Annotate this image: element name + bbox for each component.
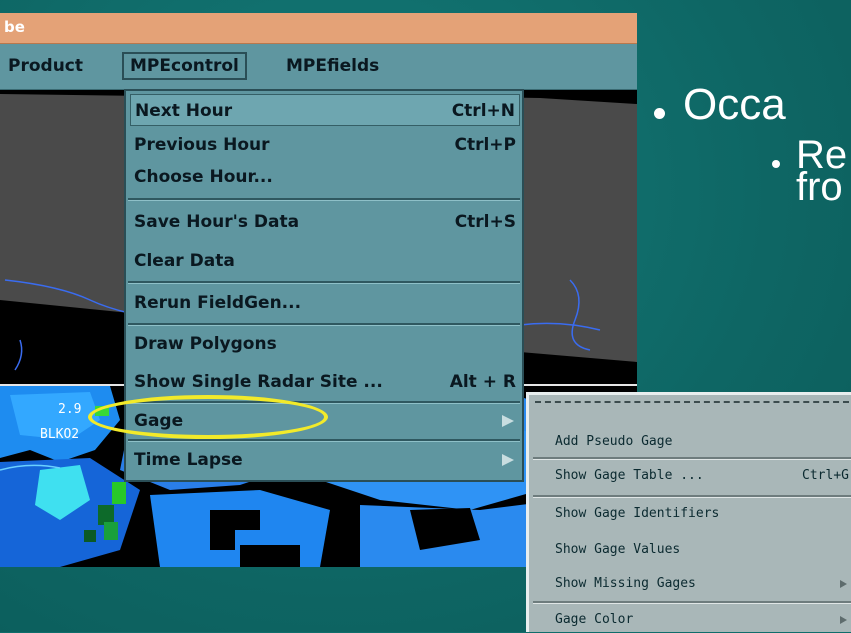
menu-item-save-hour-shortcut: Ctrl+S <box>454 212 516 232</box>
submenu-item-add-pseudo-gage[interactable]: Add Pseudo Gage <box>533 429 851 455</box>
menu-item-draw-polygons-label: Draw Polygons <box>134 334 277 354</box>
slide-bullet-2-line-2: fro <box>796 165 843 209</box>
menu-separator <box>128 198 520 201</box>
menu-item-previous-hour[interactable]: Previous Hour Ctrl+P <box>130 129 520 161</box>
menu-item-next-hour[interactable]: Next Hour Ctrl+N <box>130 94 520 126</box>
menu-mpefields[interactable]: MPEfields <box>280 52 385 80</box>
menu-mpecontrol-label: MPEcontrol <box>130 56 239 76</box>
menu-item-save-hour[interactable]: Save Hour's Data Ctrl+S <box>130 206 520 238</box>
map-station-label: BLKO2 <box>40 427 80 442</box>
menu-item-clear-data[interactable]: Clear Data <box>130 245 520 277</box>
submenu-arrow-icon <box>502 454 514 466</box>
window-title-bar[interactable]: be <box>0 13 637 44</box>
menu-separator <box>128 281 520 284</box>
tear-off-line[interactable] <box>535 401 849 403</box>
menu-separator <box>128 323 520 326</box>
menu-mpecontrol[interactable]: MPEcontrol <box>122 52 247 80</box>
submenu-item-add-pseudo-gage-label: Add Pseudo Gage <box>555 434 673 449</box>
menu-item-draw-polygons[interactable]: Draw Polygons <box>130 328 520 360</box>
submenu-separator <box>533 457 851 460</box>
menu-item-rerun-fieldgen-label: Rerun FieldGen... <box>134 293 302 313</box>
submenu-separator <box>533 601 851 604</box>
menu-item-rerun-fieldgen[interactable]: Rerun FieldGen... <box>130 287 520 319</box>
submenu-item-gage-color[interactable]: Gage Color <box>533 607 851 633</box>
menu-item-time-lapse-label: Time Lapse <box>134 450 243 470</box>
menu-item-clear-data-label: Clear Data <box>134 251 235 271</box>
submenu-item-show-missing-gages-label: Show Missing Gages <box>555 576 696 591</box>
menu-item-save-hour-label: Save Hour's Data <box>134 212 300 232</box>
menu-item-previous-hour-shortcut: Ctrl+P <box>454 135 516 155</box>
submenu-item-show-gage-values[interactable]: Show Gage Values <box>533 537 851 563</box>
menu-product-label: Product <box>8 56 83 76</box>
menu-mpefields-label: MPEfields <box>286 56 380 76</box>
submenu-arrow-icon <box>840 580 847 588</box>
submenu-item-show-missing-gages[interactable]: Show Missing Gages <box>533 571 851 597</box>
menu-item-previous-hour-label: Previous Hour <box>134 135 270 155</box>
menu-item-show-single-radar-shortcut: Alt + R <box>449 372 516 392</box>
menu-item-time-lapse[interactable]: Time Lapse <box>130 444 520 476</box>
bullet-dot <box>772 160 780 168</box>
submenu-item-show-gage-table[interactable]: Show Gage Table ... Ctrl+G <box>533 463 851 489</box>
menu-item-choose-hour-label: Choose Hour... <box>134 167 273 187</box>
menu-separator <box>128 439 520 442</box>
submenu-item-show-gage-identifiers-label: Show Gage Identifiers <box>555 506 720 521</box>
slide-bullet-1: Occa <box>683 80 786 129</box>
window-title: be <box>4 18 25 36</box>
menu-item-show-single-radar-label: Show Single Radar Site ... <box>134 372 383 392</box>
submenu-arrow-icon <box>502 415 514 427</box>
gage-submenu: Add Pseudo Gage Show Gage Table ... Ctrl… <box>526 392 851 632</box>
highlight-ellipse <box>88 395 328 439</box>
submenu-item-gage-color-label: Gage Color <box>555 612 634 627</box>
menu-item-show-single-radar[interactable]: Show Single Radar Site ... Alt + R <box>130 366 520 398</box>
menu-bar: Product MPEcontrol MPEfields <box>0 44 637 90</box>
submenu-item-show-gage-table-shortcut: Ctrl+G <box>802 468 849 483</box>
menu-item-next-hour-label: Next Hour <box>135 101 233 121</box>
menu-product[interactable]: Product <box>2 52 89 80</box>
submenu-item-show-gage-values-label: Show Gage Values <box>555 542 681 557</box>
submenu-item-show-gage-identifiers[interactable]: Show Gage Identifiers <box>533 501 851 527</box>
submenu-separator <box>533 495 851 498</box>
menu-item-choose-hour[interactable]: Choose Hour... <box>130 161 520 193</box>
bullet-dot <box>654 108 665 119</box>
submenu-item-show-gage-table-label: Show Gage Table ... <box>555 468 704 483</box>
map-value-label: 2.9 <box>58 402 82 417</box>
submenu-arrow-icon <box>840 616 847 624</box>
menu-item-next-hour-shortcut: Ctrl+N <box>451 101 515 121</box>
